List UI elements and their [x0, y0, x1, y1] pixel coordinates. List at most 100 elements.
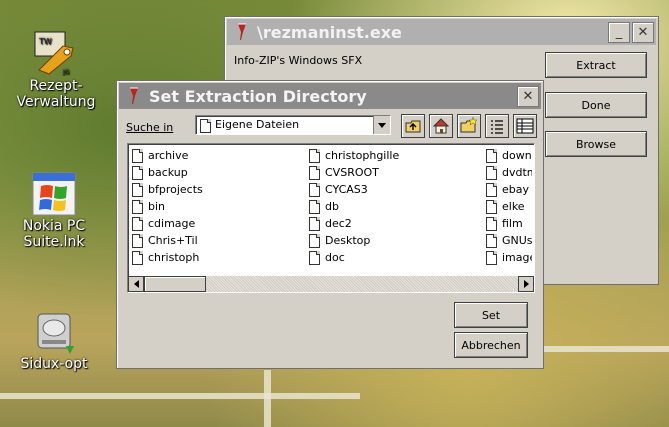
detail-view-icon	[516, 118, 534, 134]
file-list-item[interactable]: GNUste	[486, 232, 532, 249]
detail-view-button[interactable]	[513, 114, 537, 138]
file-list-item[interactable]: bfprojects	[132, 181, 203, 198]
file-name: doc	[325, 251, 345, 264]
file-icon	[309, 216, 320, 231]
file-icon	[309, 250, 320, 265]
file-list-item[interactable]: images	[486, 249, 532, 266]
file-list-content: archive backup bfprojects bin cdimage Chris+T…	[132, 147, 532, 269]
svg-text:TW: TW	[38, 37, 52, 46]
minimize-icon: _	[615, 25, 623, 40]
file-list-item[interactable]: dvdtmp	[486, 164, 532, 181]
file-list-item[interactable]: dec2	[309, 215, 399, 232]
file-icon	[132, 216, 143, 231]
file-list-item[interactable]: backup	[132, 164, 203, 181]
file-name: Chris+Til	[148, 234, 198, 247]
window-title: \rezmaninst.exe	[257, 22, 402, 42]
desktop-icon-label: Verwaltung	[16, 94, 96, 110]
fence-post	[264, 370, 271, 427]
file-icon	[132, 250, 143, 265]
file-column-2: christophgille CVSROOT CYCAS3 db dec2 Desktop…	[309, 147, 399, 266]
set-label: Set	[481, 308, 501, 322]
file-icon	[132, 148, 143, 163]
chevron-down-icon[interactable]	[373, 116, 390, 134]
horizontal-scrollbar[interactable]	[128, 276, 534, 292]
file-icon	[132, 182, 143, 197]
file-name: backup	[148, 166, 188, 179]
file-list-item[interactable]: db	[309, 198, 399, 215]
file-icon	[309, 148, 320, 163]
file-name: GNUste	[502, 234, 532, 247]
file-column-3: downlo dvdtmp ebay elke film GNUste images	[486, 147, 532, 266]
file-name: dec2	[325, 217, 352, 230]
file-list-item[interactable]: christoph	[132, 249, 203, 266]
file-list-item[interactable]: ebay	[486, 181, 532, 198]
file-name: Desktop	[325, 234, 371, 247]
set-button[interactable]: Set	[454, 302, 528, 328]
file-list-item[interactable]: elke	[486, 198, 532, 215]
desktop-icon-label: Sidux-opt	[20, 356, 88, 372]
file-column-1: archive backup bfprojects bin cdimage Chris+T…	[132, 147, 203, 266]
file-icon	[309, 182, 320, 197]
close-button[interactable]: ✕	[632, 22, 654, 43]
new-folder-icon	[460, 116, 478, 133]
sfx-description: Info-ZIP's Windows SFX	[234, 54, 363, 67]
close-icon: ✕	[637, 25, 649, 40]
desktop-icon-nokia-pc-suite[interactable]: Nokia PC Suite.lnk	[8, 172, 100, 250]
minimize-button[interactable]: _	[608, 22, 630, 43]
file-list-item[interactable]: CYCAS3	[309, 181, 399, 198]
file-list-item[interactable]: cdimage	[132, 215, 203, 232]
scroll-right-button[interactable]	[518, 276, 534, 292]
file-icon	[132, 199, 143, 214]
extract-label: Extract	[576, 58, 616, 72]
close-button[interactable]: ✕	[517, 86, 539, 107]
file-name: CVSROOT	[325, 166, 379, 179]
file-list-item[interactable]: Desktop	[309, 232, 399, 249]
file-list-item[interactable]: archive	[132, 147, 203, 164]
file-icon	[486, 216, 497, 231]
dialog-title: Set Extraction Directory	[149, 86, 367, 106]
recipe-app-icon: TW JG	[33, 30, 79, 76]
file-icon	[486, 250, 497, 265]
file-list[interactable]: archive backup bfprojects bin cdimage Chris+T…	[127, 143, 535, 293]
home-button[interactable]	[429, 114, 453, 138]
desktop-icon-label: Rezept-	[29, 78, 83, 94]
dialog-toolbar	[401, 114, 541, 138]
file-name: archive	[148, 149, 189, 162]
browse-button[interactable]: Browse	[545, 131, 647, 157]
home-icon	[432, 118, 450, 134]
done-label: Done	[581, 98, 611, 112]
windows-logo-icon	[32, 172, 76, 216]
scroll-left-button[interactable]	[128, 276, 144, 292]
file-list-item[interactable]: christophgille	[309, 147, 399, 164]
file-name: film	[502, 217, 523, 230]
file-icon	[309, 199, 320, 214]
extract-button[interactable]: Extract	[545, 52, 647, 78]
file-list-item[interactable]: downlo	[486, 147, 532, 164]
file-list-item[interactable]: bin	[132, 198, 203, 215]
file-name: bfprojects	[148, 183, 203, 196]
file-list-item[interactable]: CVSROOT	[309, 164, 399, 181]
file-name: elke	[502, 200, 525, 213]
file-list-item[interactable]: doc	[309, 249, 399, 266]
browse-label: Browse	[575, 137, 617, 151]
cancel-label: Abbrechen	[461, 338, 521, 352]
dialog-titlebar[interactable]: Set Extraction Directory ✕	[119, 83, 541, 109]
desktop-icon-rezept-verwaltung[interactable]: TW JG Rezept- Verwaltung	[10, 30, 102, 110]
list-view-button[interactable]	[485, 114, 509, 138]
file-name: bin	[148, 200, 166, 213]
new-folder-button[interactable]	[457, 114, 481, 138]
file-list-item[interactable]: Chris+Til	[132, 232, 203, 249]
fence-rail	[540, 346, 669, 352]
lookin-combobox[interactable]: Eigene Dateien	[195, 115, 391, 135]
done-button[interactable]: Done	[545, 92, 647, 118]
sfx-titlebar[interactable]: \rezmaninst.exe _ ✕	[227, 19, 656, 45]
scroll-thumb[interactable]	[144, 276, 206, 292]
cancel-button[interactable]: Abbrechen	[454, 332, 528, 358]
list-view-icon	[491, 120, 503, 134]
file-list-item[interactable]: film	[486, 215, 532, 232]
up-folder-button[interactable]	[401, 114, 425, 138]
arrow-left-icon	[133, 280, 139, 288]
hard-drive-icon	[32, 310, 76, 354]
desktop-icon-sidux-opt[interactable]: Sidux-opt	[8, 310, 100, 372]
file-icon	[486, 182, 497, 197]
